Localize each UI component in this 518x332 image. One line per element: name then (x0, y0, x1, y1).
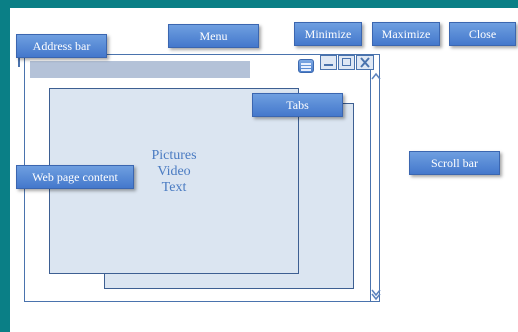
callout-menu: Menu (168, 24, 259, 48)
hamburger-icon (298, 59, 314, 73)
callout-maximize: Maximize (372, 22, 440, 46)
callout-tabs: Tabs (252, 93, 343, 117)
callout-close: Close (449, 22, 516, 46)
chevron-up-icon (371, 72, 381, 80)
address-bar-connector (18, 57, 20, 67)
scroll-bar-track (370, 70, 382, 301)
callout-minimize: Minimize (294, 22, 362, 46)
callout-scroll-bar: Scroll bar (409, 151, 500, 175)
close-icon (356, 55, 374, 70)
maximize-icon (338, 55, 355, 70)
content-line-pictures: Pictures (151, 148, 197, 163)
callout-address-bar: Address bar (16, 34, 107, 58)
callout-web-page-content: Web page content (16, 165, 134, 189)
chevron-down-icon (371, 289, 381, 301)
address-bar (30, 61, 250, 78)
minimize-icon (320, 55, 337, 70)
